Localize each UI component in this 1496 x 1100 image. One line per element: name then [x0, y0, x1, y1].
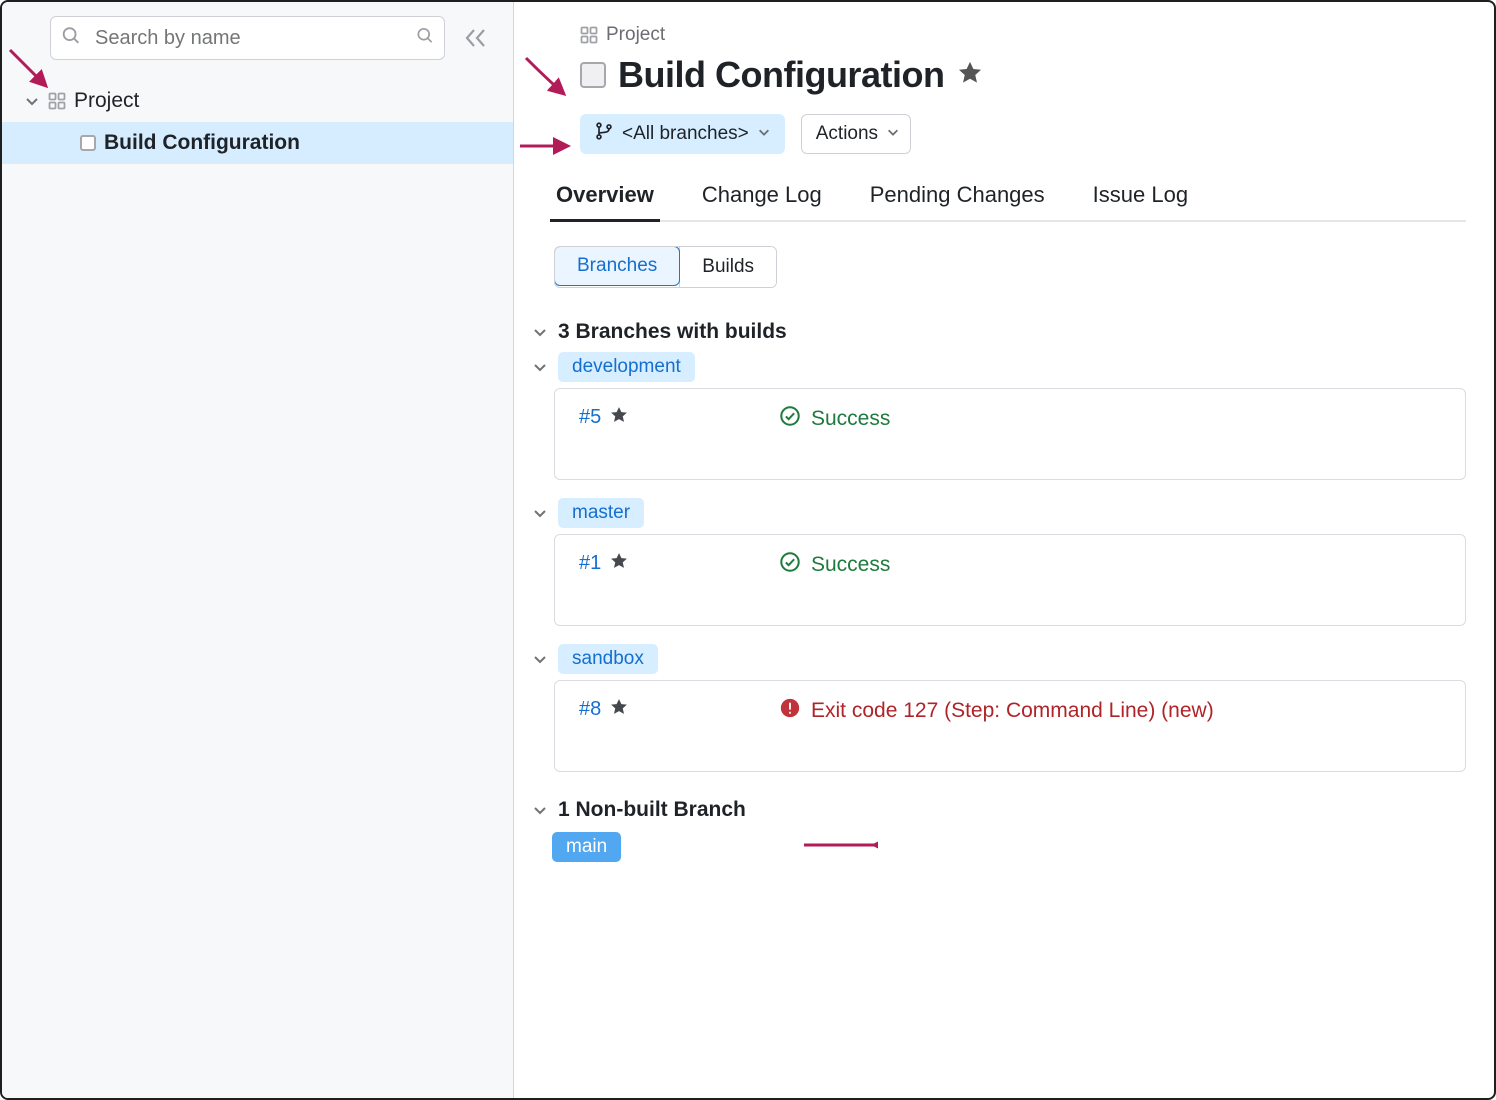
chevron-down-icon — [24, 93, 40, 109]
tab-overview[interactable]: Overview — [554, 182, 656, 220]
section-branches-with-builds[interactable]: 3 Branches with builds — [532, 320, 1466, 344]
segmented-label: Builds — [702, 256, 754, 278]
build-status-text: Exit code 127 (Step: Command Line) (new) — [811, 699, 1214, 723]
project-icon — [580, 26, 598, 44]
success-icon — [779, 405, 801, 433]
tab-issue-log[interactable]: Issue Log — [1091, 182, 1190, 220]
branch-tag[interactable]: sandbox — [558, 644, 658, 674]
chevron-down-icon[interactable] — [532, 505, 548, 521]
pin-star-icon[interactable] — [609, 551, 629, 576]
tab-label: Issue Log — [1093, 182, 1188, 207]
tab-pending-changes[interactable]: Pending Changes — [868, 182, 1047, 220]
actions-button[interactable]: Actions — [801, 114, 911, 154]
breadcrumb-project[interactable]: Project — [606, 24, 665, 46]
branch-icon — [594, 121, 614, 147]
chevron-down-icon — [886, 123, 900, 145]
tree-project-label: Project — [74, 89, 139, 113]
favorite-star-icon[interactable] — [956, 59, 984, 92]
chevron-down-icon[interactable] — [532, 651, 548, 667]
branch-tag[interactable]: development — [558, 352, 695, 382]
success-icon — [779, 551, 801, 579]
search-input[interactable] — [50, 16, 445, 60]
build-card[interactable]: #8 Exit code 127 (Step: Command Line) (n… — [554, 680, 1466, 772]
tree-build-config[interactable]: Build Configuration — [2, 122, 513, 164]
build-config-icon — [80, 135, 96, 151]
section-non-built-branch[interactable]: 1 Non-built Branch — [532, 798, 1466, 822]
build-config-icon — [580, 62, 606, 88]
chevron-down-icon — [532, 802, 548, 818]
build-card[interactable]: #5 Success — [554, 388, 1466, 480]
build-status: Success — [779, 551, 890, 579]
sidebar: Project Build Configuration — [2, 2, 514, 1098]
branch-name: development — [572, 356, 681, 378]
section-title: 3 Branches with builds — [558, 320, 787, 344]
breadcrumb[interactable]: Project — [580, 24, 1466, 46]
chevron-down-icon[interactable] — [532, 359, 548, 375]
build-id-link[interactable]: #1 — [579, 552, 601, 575]
branch-tag-main[interactable]: main — [552, 832, 621, 862]
tabs: Overview Change Log Pending Changes Issu… — [550, 182, 1466, 222]
build-status-text: Success — [811, 407, 890, 431]
project-icon — [48, 92, 66, 110]
chevron-down-icon — [532, 324, 548, 340]
tab-change-log[interactable]: Change Log — [700, 182, 824, 220]
pin-star-icon[interactable] — [609, 697, 629, 722]
build-card[interactable]: #1 Success — [554, 534, 1466, 626]
branch-tag[interactable]: master — [558, 498, 644, 528]
main-content: Project Build Configuration <All branche… — [514, 2, 1494, 1098]
chevron-down-icon — [757, 123, 771, 145]
segmented-branches[interactable]: Branches — [554, 246, 680, 286]
build-status: Success — [779, 405, 890, 433]
pin-star-icon[interactable] — [609, 405, 629, 430]
tree-build-config-label: Build Configuration — [104, 131, 300, 155]
error-icon — [779, 697, 801, 725]
segmented-label: Branches — [577, 255, 657, 277]
branch-filter-label: <All branches> — [622, 123, 749, 145]
branch-name: main — [566, 836, 607, 858]
tree-project[interactable]: Project — [2, 80, 513, 122]
segmented-builds[interactable]: Builds — [679, 247, 776, 287]
tab-label: Overview — [556, 182, 654, 207]
build-id-link[interactable]: #5 — [579, 406, 601, 429]
build-status: Exit code 127 (Step: Command Line) (new) — [779, 697, 1214, 725]
branch-name: master — [572, 502, 630, 524]
build-status-text: Success — [811, 553, 890, 577]
tab-label: Change Log — [702, 182, 822, 207]
tab-label: Pending Changes — [870, 182, 1045, 207]
section-title: 1 Non-built Branch — [558, 798, 746, 822]
build-id-link[interactable]: #8 — [579, 698, 601, 721]
actions-label: Actions — [816, 123, 878, 145]
branch-name: sandbox — [572, 648, 644, 670]
branch-filter-button[interactable]: <All branches> — [580, 114, 785, 154]
view-segmented: Branches Builds — [554, 246, 777, 288]
search-field[interactable] — [50, 16, 445, 60]
search-go-icon[interactable] — [415, 26, 435, 51]
page-title: Build Configuration — [618, 54, 944, 96]
collapse-sidebar-icon[interactable] — [463, 27, 495, 49]
